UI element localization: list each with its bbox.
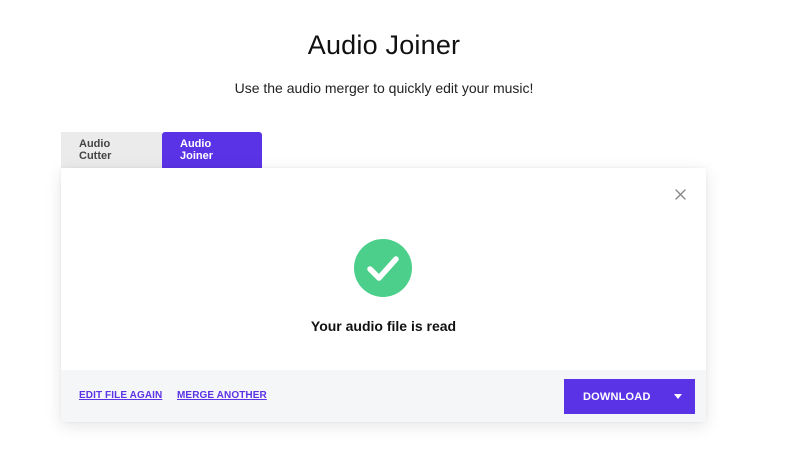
page-title: Audio Joiner xyxy=(307,30,461,60)
download-options-toggle[interactable] xyxy=(661,379,695,414)
close-button[interactable] xyxy=(670,184,690,204)
tab-label: Audio Joiner xyxy=(180,138,214,162)
page-subtitle: Use the audio merger to quickly edit you… xyxy=(234,80,534,96)
tab-audio-joiner[interactable]: Audio Joiner xyxy=(162,132,262,168)
tab-label: Audio Cutter xyxy=(79,138,112,162)
download-button[interactable]: DOWNLOAD xyxy=(564,379,695,414)
merge-another-link[interactable]: MERGE ANOTHER xyxy=(177,390,267,401)
tool-tabs: Audio Cutter Audio Joiner xyxy=(61,132,262,168)
caret-down-icon xyxy=(674,394,682,399)
check-circle-icon xyxy=(354,239,412,297)
audio-joiner-page: Audio Joiner Use the audio merger to qui… xyxy=(0,0,800,460)
result-card: Your audio file is read EDIT FILE AGAIN … xyxy=(61,168,706,422)
tab-audio-cutter[interactable]: Audio Cutter xyxy=(61,132,162,168)
close-icon xyxy=(674,188,686,200)
download-label: DOWNLOAD xyxy=(583,390,651,403)
status-message: Your audio file is read xyxy=(310,318,457,334)
card-footer: EDIT FILE AGAIN MERGE ANOTHER DOWNLOAD xyxy=(61,370,706,422)
edit-file-again-link[interactable]: EDIT FILE AGAIN xyxy=(79,390,162,401)
